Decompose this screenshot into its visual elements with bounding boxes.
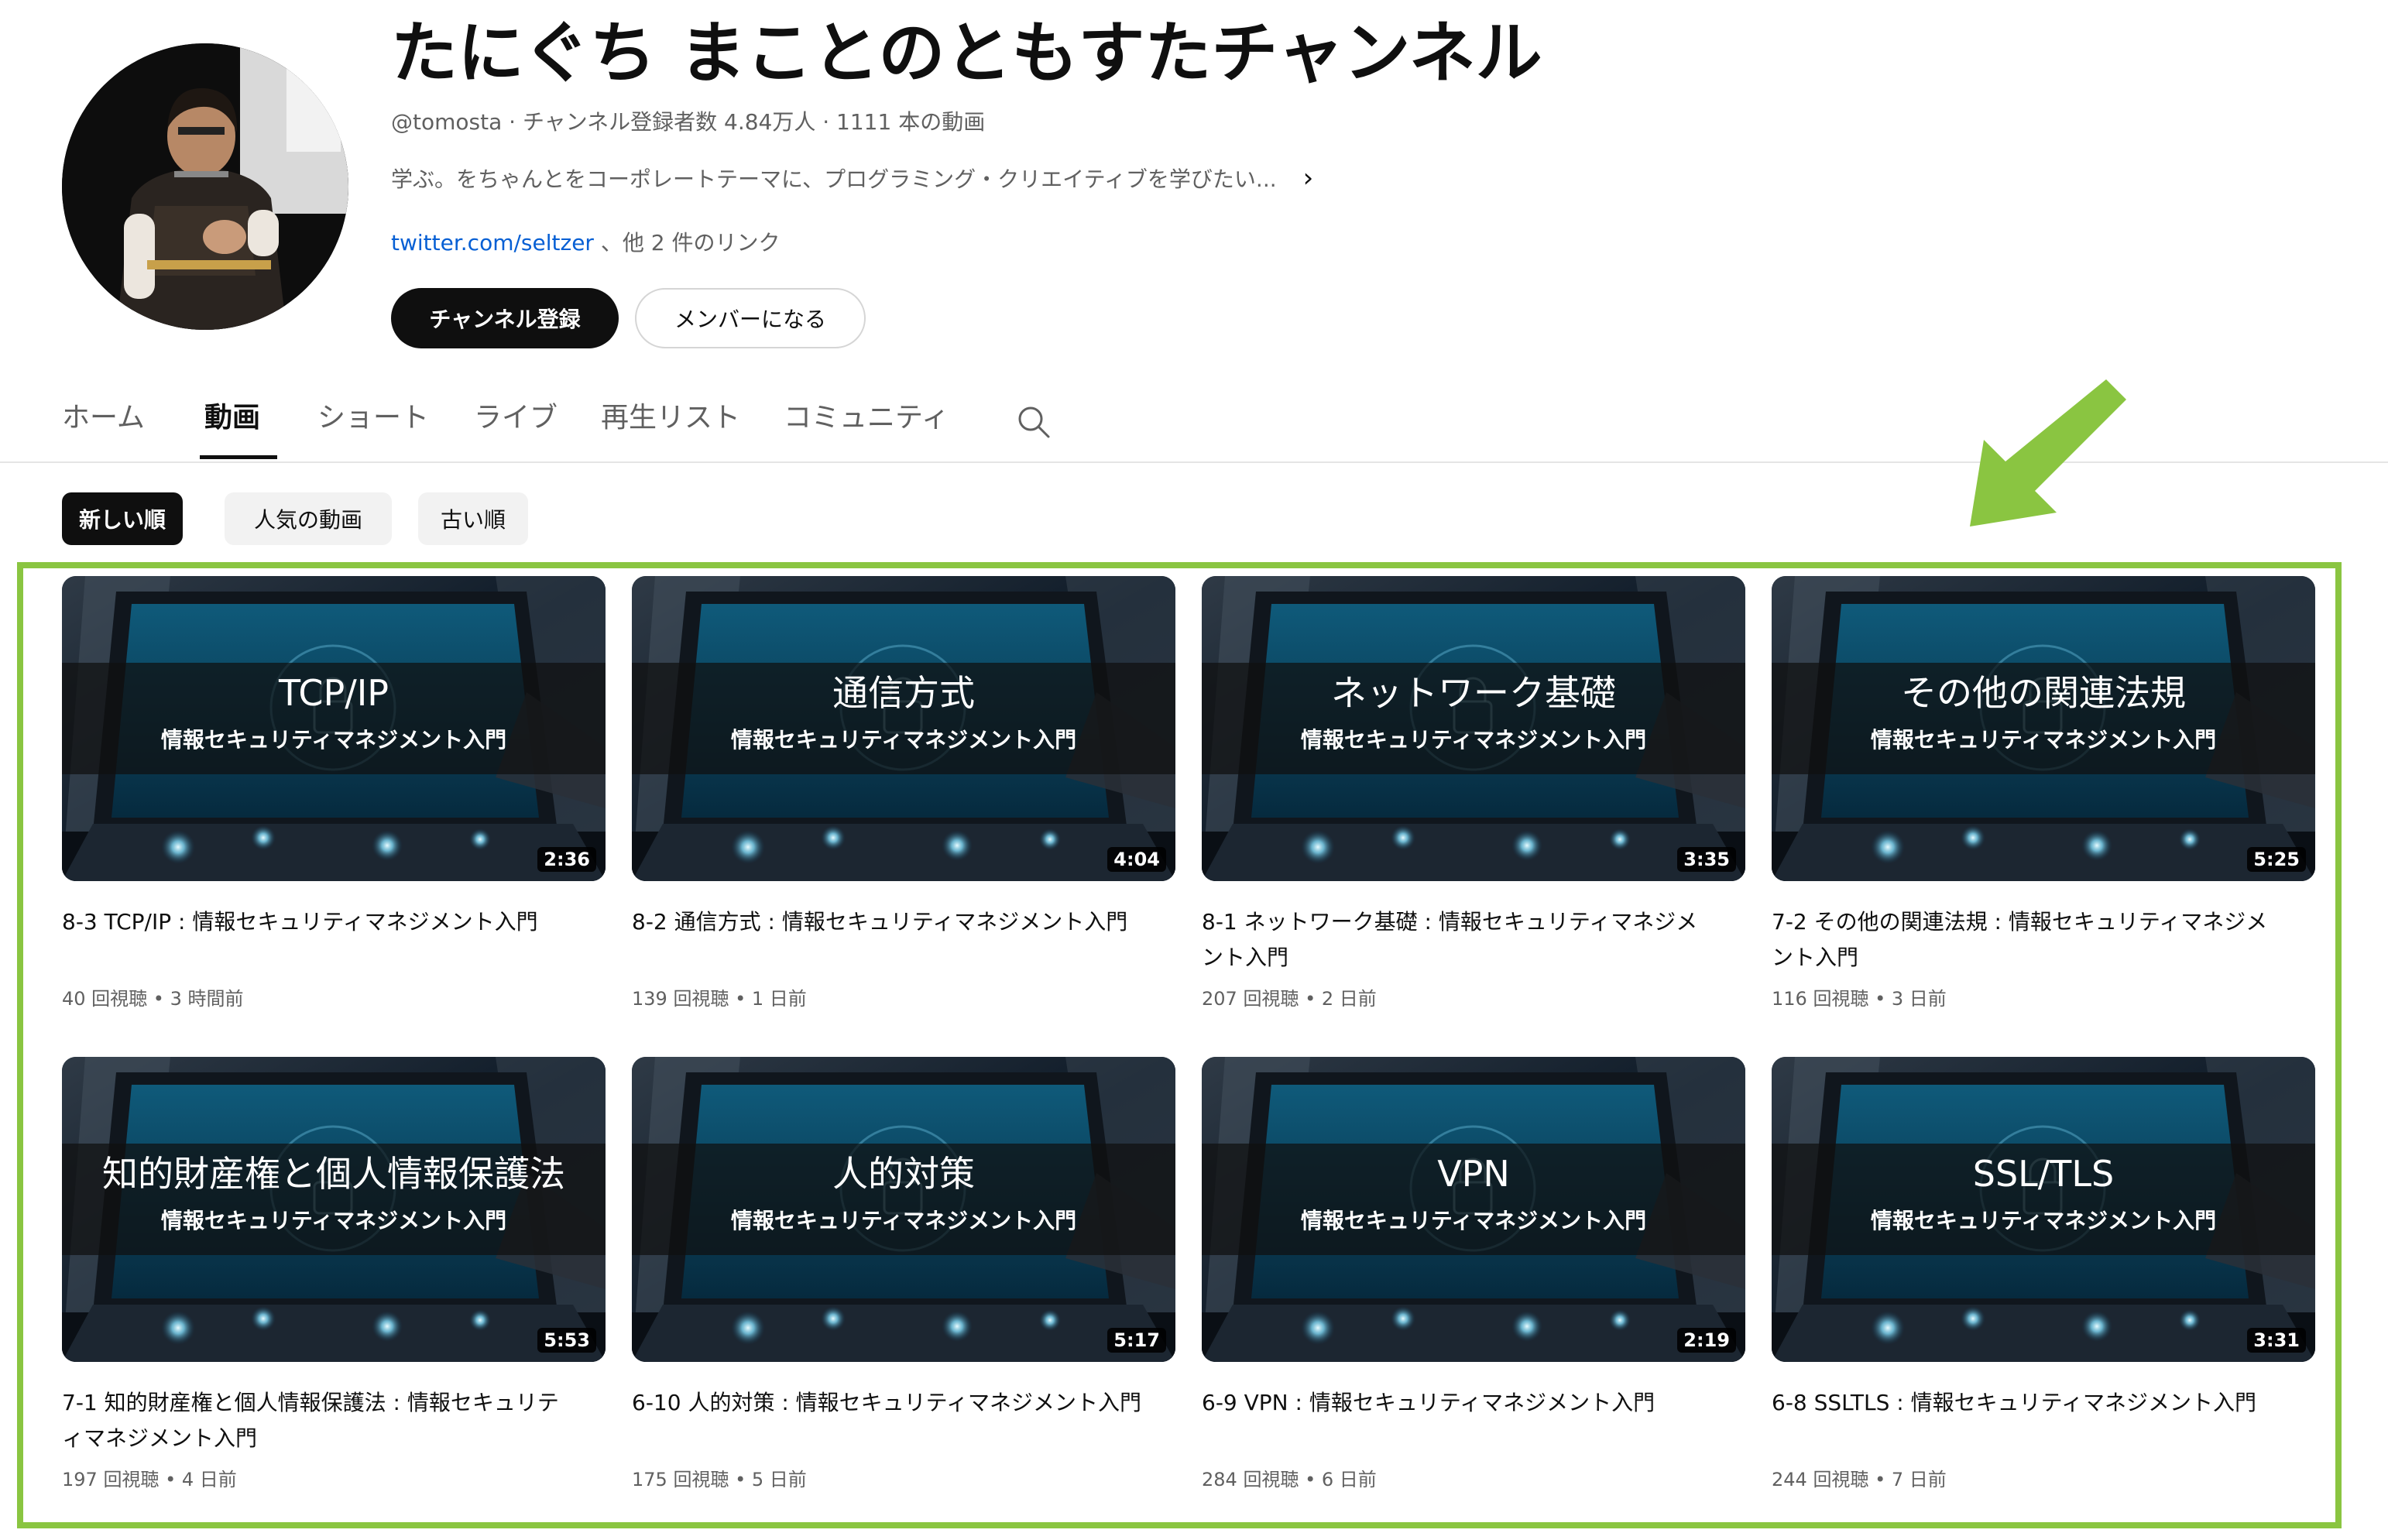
video-card[interactable]: SSL/TLS 情報セキュリティマネジメント入門 3:31 6-8 SSLTLS…: [1772, 1057, 2315, 1491]
thumbnail-subtitle: 情報セキュリティマネジメント入門: [160, 727, 507, 753]
subscribe-button[interactable]: チャンネル登録: [391, 288, 619, 348]
video-meta: 284 回視聴 • 6 日前: [1202, 1469, 1377, 1490]
avatar-photo: [62, 43, 348, 330]
channel-description-text: 学ぶ。をちゃんとをコーポレートテーマに、プログラミング・クリエイティブを学びたい…: [391, 166, 1277, 192]
tab-live[interactable]: ライブ: [474, 395, 558, 435]
video-title[interactable]: 8-1 ネットワーク基礎 : 情報セキュリティマネジメント入門: [1202, 904, 1713, 976]
thumbnail-subtitle: 情報セキュリティマネジメント入門: [1870, 1208, 2217, 1233]
channel-title: たにぐち まことのともすたチャンネル: [391, 15, 1542, 92]
duration-badge: 2:36: [537, 847, 596, 872]
chip-popular[interactable]: 人気の動画: [225, 492, 392, 545]
video-title[interactable]: 6-9 VPN : 情報セキュリティマネジメント入門: [1202, 1385, 1713, 1456]
thumbnail-subtitle: 情報セキュリティマネジメント入門: [1870, 727, 2217, 753]
tab-videos[interactable]: 動画: [204, 395, 260, 435]
duration-badge: 5:17: [1107, 1328, 1166, 1353]
video-thumbnail[interactable]: SSL/TLS 情報セキュリティマネジメント入門 3:31: [1772, 1057, 2315, 1362]
thumbnail-title: VPN: [1437, 1153, 1510, 1195]
duration-badge: 2:19: [1677, 1328, 1736, 1353]
video-title[interactable]: 8-3 TCP/IP : 情報セキュリティマネジメント入門: [62, 904, 573, 976]
thumbnail-title: ネットワーク基礎: [1331, 672, 1616, 714]
channel-link-suffix[interactable]: 、他 2 件のリンク: [594, 230, 781, 256]
video-thumbnail[interactable]: TCP/IP 情報セキュリティマネジメント入門 2:36: [62, 576, 606, 881]
join-membership-button[interactable]: メンバーになる: [635, 288, 866, 348]
video-card[interactable]: ネットワーク基礎 情報セキュリティマネジメント入門 3:35 8-1 ネットワー…: [1202, 576, 1745, 1010]
channel-link-primary[interactable]: twitter.com/seltzer: [391, 230, 594, 256]
tab-community[interactable]: コミュニティ: [784, 395, 949, 435]
video-card[interactable]: VPN 情報セキュリティマネジメント入門 2:19 6-9 VPN : 情報セキ…: [1202, 1057, 1745, 1491]
channel-description[interactable]: 学ぶ。をちゃんとをコーポレートテーマに、プログラミング・クリエイティブを学びたい…: [391, 163, 1313, 194]
channel-links: twitter.com/seltzer 、他 2 件のリンク: [391, 226, 780, 257]
channel-meta: @tomosta · チャンネル登録者数 4.84万人 · 1111 本の動画: [391, 109, 986, 135]
video-card[interactable]: 人的対策 情報セキュリティマネジメント入門 5:17 6-10 人的対策 : 情…: [632, 1057, 1175, 1491]
video-thumbnail[interactable]: 人的対策 情報セキュリティマネジメント入門 5:17: [632, 1057, 1175, 1362]
video-meta: 116 回視聴 • 3 日前: [1772, 988, 1947, 1010]
duration-badge: 5:25: [2247, 847, 2306, 872]
thumbnail-title: TCP/IP: [278, 672, 389, 714]
thumbnail-subtitle: 情報セキュリティマネジメント入門: [1300, 1208, 1647, 1233]
video-meta: 197 回視聴 • 4 日前: [62, 1469, 237, 1490]
video-thumbnail[interactable]: VPN 情報セキュリティマネジメント入門 2:19: [1202, 1057, 1745, 1362]
thumbnail-title: 知的財産権と個人情報保護法: [102, 1153, 565, 1195]
thumbnail-subtitle: 情報セキュリティマネジメント入門: [1300, 727, 1647, 753]
duration-badge: 3:31: [2247, 1328, 2306, 1353]
search-icon[interactable]: [1014, 403, 1053, 441]
channel-avatar[interactable]: [62, 43, 348, 330]
arrow-down-left-icon: [1970, 379, 2126, 526]
video-card[interactable]: その他の関連法規 情報セキュリティマネジメント入門 5:25 7-2 その他の関…: [1772, 576, 2315, 1010]
video-thumbnail[interactable]: その他の関連法規 情報セキュリティマネジメント入門 5:25: [1772, 576, 2315, 881]
video-thumbnail[interactable]: 通信方式 情報セキュリティマネジメント入門 4:04: [632, 576, 1175, 881]
video-meta: 40 回視聴 • 3 時間前: [62, 988, 244, 1010]
thumbnail-subtitle: 情報セキュリティマネジメント入門: [730, 1208, 1077, 1233]
video-card[interactable]: TCP/IP 情報セキュリティマネジメント入門 2:36 8-3 TCP/IP …: [62, 576, 606, 1010]
thumbnail-title: SSL/TLS: [1972, 1153, 2115, 1195]
duration-badge: 3:35: [1677, 847, 1736, 872]
video-meta: 244 回視聴 • 7 日前: [1772, 1469, 1947, 1490]
duration-badge: 4:04: [1107, 847, 1166, 872]
video-title[interactable]: 6-10 人的対策 : 情報セキュリティマネジメント入門: [632, 1385, 1143, 1456]
video-thumbnail[interactable]: ネットワーク基礎 情報セキュリティマネジメント入門 3:35: [1202, 576, 1745, 881]
video-title[interactable]: 7-2 その他の関連法規 : 情報セキュリティマネジメント入門: [1772, 904, 2283, 976]
video-title[interactable]: 7-1 知的財産権と個人情報保護法 : 情報セキュリティマネジメント入門: [62, 1385, 573, 1456]
video-title[interactable]: 8-2 通信方式 : 情報セキュリティマネジメント入門: [632, 904, 1143, 976]
duration-badge: 5:53: [537, 1328, 596, 1353]
thumbnail-title: その他の関連法規: [1901, 672, 2186, 714]
thumbnail-title: 通信方式: [832, 672, 975, 714]
thumbnail-title: 人的対策: [832, 1153, 975, 1195]
video-card[interactable]: 通信方式 情報セキュリティマネジメント入門 4:04 8-2 通信方式 : 情報…: [632, 576, 1175, 1010]
chip-newest[interactable]: 新しい順: [62, 492, 183, 545]
chevron-right-icon[interactable]: ›: [1303, 163, 1314, 194]
video-meta: 175 回視聴 • 5 日前: [632, 1469, 807, 1490]
thumbnail-subtitle: 情報セキュリティマネジメント入門: [730, 727, 1077, 753]
active-tab-indicator: [200, 455, 277, 459]
video-thumbnail[interactable]: 知的財産権と個人情報保護法 情報セキュリティマネジメント入門 5:53: [62, 1057, 606, 1362]
tab-shorts[interactable]: ショート: [317, 395, 429, 435]
video-card[interactable]: 知的財産権と個人情報保護法 情報セキュリティマネジメント入門 5:53 7-1 …: [62, 1057, 606, 1491]
tab-playlists[interactable]: 再生リスト: [601, 395, 740, 435]
chip-oldest[interactable]: 古い順: [418, 492, 528, 545]
video-title[interactable]: 6-8 SSLTLS : 情報セキュリティマネジメント入門: [1772, 1385, 2283, 1456]
tab-home[interactable]: ホーム: [62, 395, 145, 435]
video-meta: 139 回視聴 • 1 日前: [632, 988, 807, 1010]
video-meta: 207 回視聴 • 2 日前: [1202, 988, 1377, 1010]
thumbnail-subtitle: 情報セキュリティマネジメント入門: [160, 1208, 507, 1233]
video-grid: TCP/IP 情報セキュリティマネジメント入門 2:36 8-3 TCP/IP …: [62, 576, 2315, 1491]
